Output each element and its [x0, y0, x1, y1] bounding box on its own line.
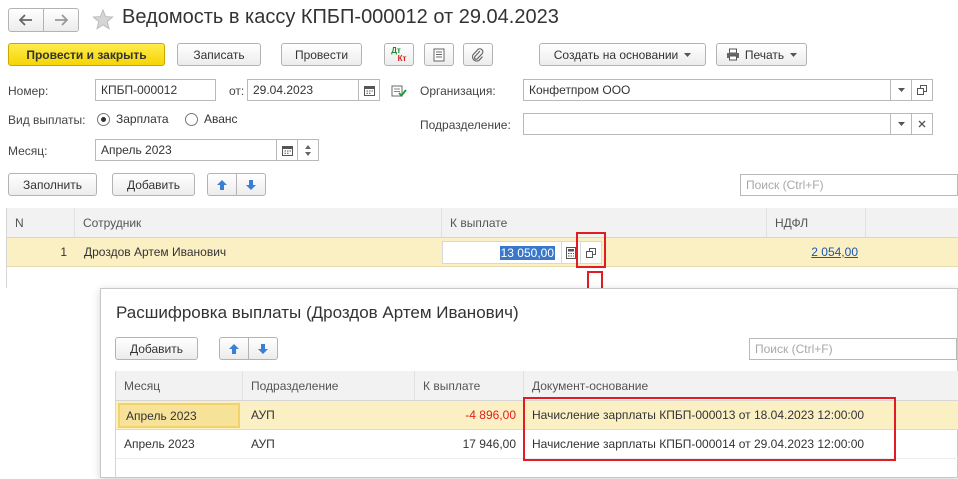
row-amount-cell[interactable]: 13 050,00: [442, 241, 562, 264]
department-dropdown-button[interactable]: [890, 113, 912, 135]
payment-type-salary-radio[interactable]: Зарплата: [97, 112, 169, 126]
print-button[interactable]: Печать: [716, 43, 807, 66]
row-department: АУП: [251, 408, 275, 422]
highlight-open-breakdown: [576, 232, 606, 268]
main-table: N Сотрудник К выплате НДФЛ 1 Дроздов Арт…: [6, 208, 958, 288]
forward-button[interactable]: [43, 8, 79, 32]
favorite-star-icon[interactable]: [92, 9, 114, 30]
calendar-button[interactable]: [358, 79, 380, 101]
create-based-on-label: Создать на основании: [553, 47, 679, 62]
month-field[interactable]: Апрель 2023: [95, 139, 277, 161]
check-post-icon[interactable]: [391, 84, 407, 98]
title-bar: Ведомость в кассу КПБП-000012 от 29.04.2…: [0, 0, 958, 38]
number-field[interactable]: КПБП-000012: [95, 79, 216, 101]
stepper-down-icon: [305, 151, 311, 156]
create-based-on-button[interactable]: Создать на основании: [539, 43, 706, 66]
radio-unchecked-icon: [185, 112, 198, 126]
main-table-header: N Сотрудник К выплате НДФЛ: [7, 208, 958, 238]
dropdown-arrow-icon: [790, 52, 798, 57]
print-label: Печать: [744, 47, 785, 62]
payment-type-advance-label: Аванс: [204, 112, 238, 126]
move-up-button[interactable]: [207, 173, 237, 196]
row-amount: -4 896,00: [465, 408, 516, 422]
printer-icon: [726, 48, 739, 61]
row-number: 1: [60, 245, 67, 259]
row-ndfl-link[interactable]: 2 054,00: [767, 238, 858, 266]
popup-title: Расшифровка выплаты (Дроздов Артем Ивано…: [116, 303, 519, 322]
dropdown-arrow-icon: [684, 52, 692, 57]
search-input[interactable]: Поиск (Ctrl+F): [740, 174, 958, 196]
arrow-left-icon: [19, 14, 32, 26]
organization-field[interactable]: Конфетпром ООО: [523, 79, 891, 101]
stepper-up-icon: [305, 144, 311, 149]
column-header-ndfl[interactable]: НДФЛ: [767, 208, 866, 237]
department-label: Подразделение:: [420, 118, 511, 132]
popup-search-placeholder: Поиск (Ctrl+F): [755, 342, 833, 356]
arrow-right-icon: [55, 14, 68, 26]
dropdown-arrow-icon: [897, 88, 905, 92]
date-label: от:: [229, 84, 245, 98]
row-amount: 17 946,00: [462, 437, 516, 451]
popup-move-up-button[interactable]: [219, 337, 249, 360]
number-label: Номер:: [8, 84, 49, 98]
search-placeholder: Поиск (Ctrl+F): [746, 178, 824, 192]
arrow-up-icon: [229, 343, 239, 354]
calculator-icon: [566, 246, 576, 259]
popup-add-button[interactable]: Добавить: [115, 337, 198, 360]
column-header-extra: [866, 208, 958, 237]
row-amount-value: 13 050,00: [499, 245, 555, 260]
post-button[interactable]: Провести: [281, 43, 362, 66]
organization-label: Организация:: [420, 84, 496, 98]
arrow-up-icon: [217, 179, 227, 190]
month-calendar-button[interactable]: [276, 139, 298, 161]
payment-type-salary-label: Зарплата: [116, 112, 169, 126]
paperclip-icon: [472, 47, 484, 62]
payment-type-label: Вид выплаты:: [8, 113, 86, 127]
save-button[interactable]: Записать: [177, 43, 261, 66]
page-title: Ведомость в кассу КПБП-000012 от 29.04.2…: [122, 6, 559, 28]
row-month[interactable]: Апрель 2023: [118, 403, 240, 428]
row-employee: Дроздов Артем Иванович: [84, 245, 227, 259]
add-row-button[interactable]: Добавить: [112, 173, 195, 196]
dropdown-arrow-icon: [897, 122, 905, 126]
date-field[interactable]: 29.04.2023: [247, 79, 359, 101]
column-header-basis-document[interactable]: Документ-основание: [524, 371, 958, 400]
row-department: АУП: [251, 437, 275, 451]
open-form-icon: [917, 85, 927, 95]
dt-kt-button[interactable]: Дт Кт: [384, 43, 414, 66]
month-stepper[interactable]: [297, 139, 319, 161]
table-row[interactable]: 1 Дроздов Артем Иванович 13 050,00 2 054…: [7, 238, 958, 267]
fill-button[interactable]: Заполнить: [8, 173, 97, 196]
clear-x-icon: [918, 120, 926, 128]
organization-open-button[interactable]: [911, 79, 933, 101]
attach-button[interactable]: [463, 43, 493, 66]
column-header-employee[interactable]: Сотрудник: [75, 208, 442, 237]
department-field[interactable]: [523, 113, 891, 135]
popup-search-input[interactable]: Поиск (Ctrl+F): [749, 338, 957, 360]
arrow-down-icon: [246, 179, 256, 190]
document-list-icon: [433, 48, 445, 61]
row-month: Апрель 2023: [124, 437, 195, 451]
department-clear-button[interactable]: [911, 113, 933, 135]
highlight-basis-documents: [523, 397, 896, 461]
month-label: Месяц:: [8, 144, 48, 158]
payment-type-advance-radio[interactable]: Аванс: [185, 112, 238, 126]
column-header-n[interactable]: N: [7, 208, 75, 237]
kt-label: Кт: [397, 53, 407, 63]
report-button[interactable]: [424, 43, 454, 66]
column-header-amount[interactable]: К выплате: [415, 371, 524, 400]
organization-dropdown-button[interactable]: [890, 79, 912, 101]
popup-move-down-button[interactable]: [248, 337, 278, 360]
arrow-down-icon: [258, 343, 268, 354]
column-header-department[interactable]: Подразделение: [243, 371, 415, 400]
back-button[interactable]: [8, 8, 44, 32]
calendar-icon: [363, 85, 375, 96]
move-down-button[interactable]: [236, 173, 266, 196]
radio-checked-icon: [97, 112, 110, 126]
column-header-month[interactable]: Месяц: [116, 371, 243, 400]
calendar-icon: [281, 145, 293, 156]
post-and-close-button[interactable]: Провести и закрыть: [8, 43, 165, 66]
